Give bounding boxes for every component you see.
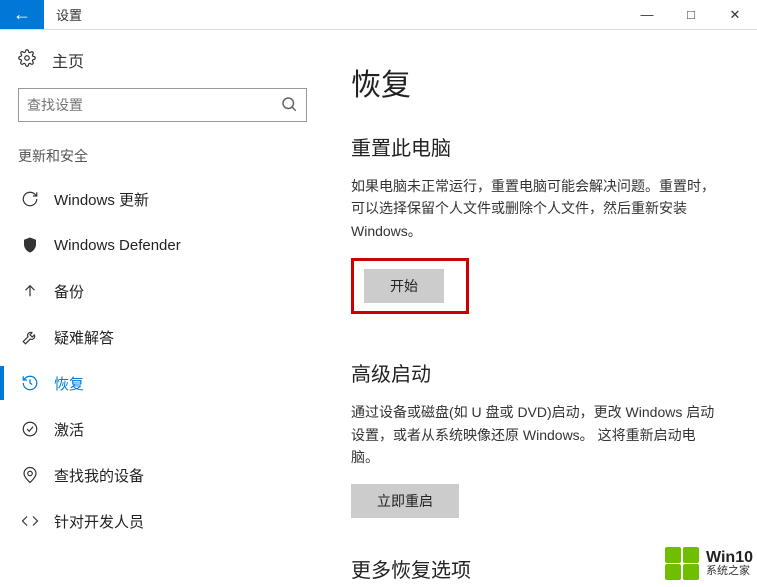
watermark-line1: Win10 [706, 550, 753, 566]
titlebar: ← 设置 — □ ✕ [0, 0, 757, 30]
code-icon [18, 512, 42, 530]
home-label: 主页 [52, 48, 84, 72]
minimize-button[interactable]: — [625, 0, 669, 29]
sidebar-item-recovery[interactable]: 恢复 [18, 360, 307, 406]
sidebar-item-label: Windows 更新 [54, 189, 149, 210]
upload-icon [18, 282, 42, 300]
reset-description: 如果电脑未正常运行，重置电脑可能会解决问题。重置时，可以选择保留个人文件或删除个… [351, 175, 721, 242]
sidebar-item-label: 恢复 [54, 373, 84, 394]
main-panel: 恢复 重置此电脑 如果电脑未正常运行，重置电脑可能会解决问题。重置时，可以选择保… [325, 30, 757, 587]
close-icon: ✕ [730, 7, 741, 23]
sidebar-item-backup[interactable]: 备份 [18, 268, 307, 314]
page-title: 恢复 [351, 60, 721, 104]
sidebar-item-label: 查找我的设备 [54, 465, 144, 486]
titlebar-spacer [94, 0, 625, 29]
search-input[interactable] [27, 97, 280, 113]
sidebar-item-defender[interactable]: Windows Defender [18, 222, 307, 268]
wrench-icon [18, 328, 42, 346]
arrow-left-icon: ← [13, 4, 31, 25]
shield-icon [18, 236, 42, 254]
minimize-icon: — [641, 7, 654, 22]
reset-button-highlight: 开始 [351, 258, 469, 314]
home-button[interactable]: 主页 [18, 48, 307, 72]
maximize-button[interactable]: □ [669, 0, 713, 29]
sidebar-item-label: 疑难解答 [54, 327, 114, 348]
sidebar-item-label: 备份 [54, 281, 84, 302]
watermark-line2: 系统之家 [706, 566, 753, 577]
advanced-description: 通过设备或磁盘(如 U 盘或 DVD)启动，更改 Windows 启动设置，或者… [351, 401, 721, 468]
sidebar: 主页 更新和安全 Windows 更新 Windows Defender 备份 … [0, 30, 325, 587]
restart-now-button[interactable]: 立即重启 [351, 484, 459, 518]
content-area: 主页 更新和安全 Windows 更新 Windows Defender 备份 … [0, 30, 757, 587]
history-icon [18, 374, 42, 392]
sidebar-item-developers[interactable]: 针对开发人员 [18, 498, 307, 544]
sidebar-section-title: 更新和安全 [18, 146, 307, 166]
advanced-heading: 高级启动 [351, 358, 721, 387]
window-title: 设置 [44, 0, 94, 29]
watermark: Win10 系统之家 [664, 546, 753, 581]
reset-start-button[interactable]: 开始 [364, 269, 444, 303]
gear-icon [18, 49, 42, 72]
sidebar-item-windows-update[interactable]: Windows 更新 [18, 176, 307, 222]
sidebar-item-label: 针对开发人员 [54, 511, 144, 532]
check-circle-icon [18, 420, 42, 438]
sidebar-item-troubleshoot[interactable]: 疑难解答 [18, 314, 307, 360]
watermark-logo-icon [664, 546, 700, 581]
back-button[interactable]: ← [0, 0, 44, 29]
sidebar-item-label: 激活 [54, 419, 84, 440]
sidebar-item-find-device[interactable]: 查找我的设备 [18, 452, 307, 498]
sidebar-item-label: Windows Defender [54, 237, 181, 254]
maximize-icon: □ [687, 7, 695, 22]
sidebar-item-activation[interactable]: 激活 [18, 406, 307, 452]
close-button[interactable]: ✕ [713, 0, 757, 29]
search-box[interactable] [18, 88, 307, 122]
sync-icon [18, 190, 42, 208]
search-icon [280, 95, 298, 116]
reset-heading: 重置此电脑 [351, 132, 721, 161]
location-icon [18, 466, 42, 484]
